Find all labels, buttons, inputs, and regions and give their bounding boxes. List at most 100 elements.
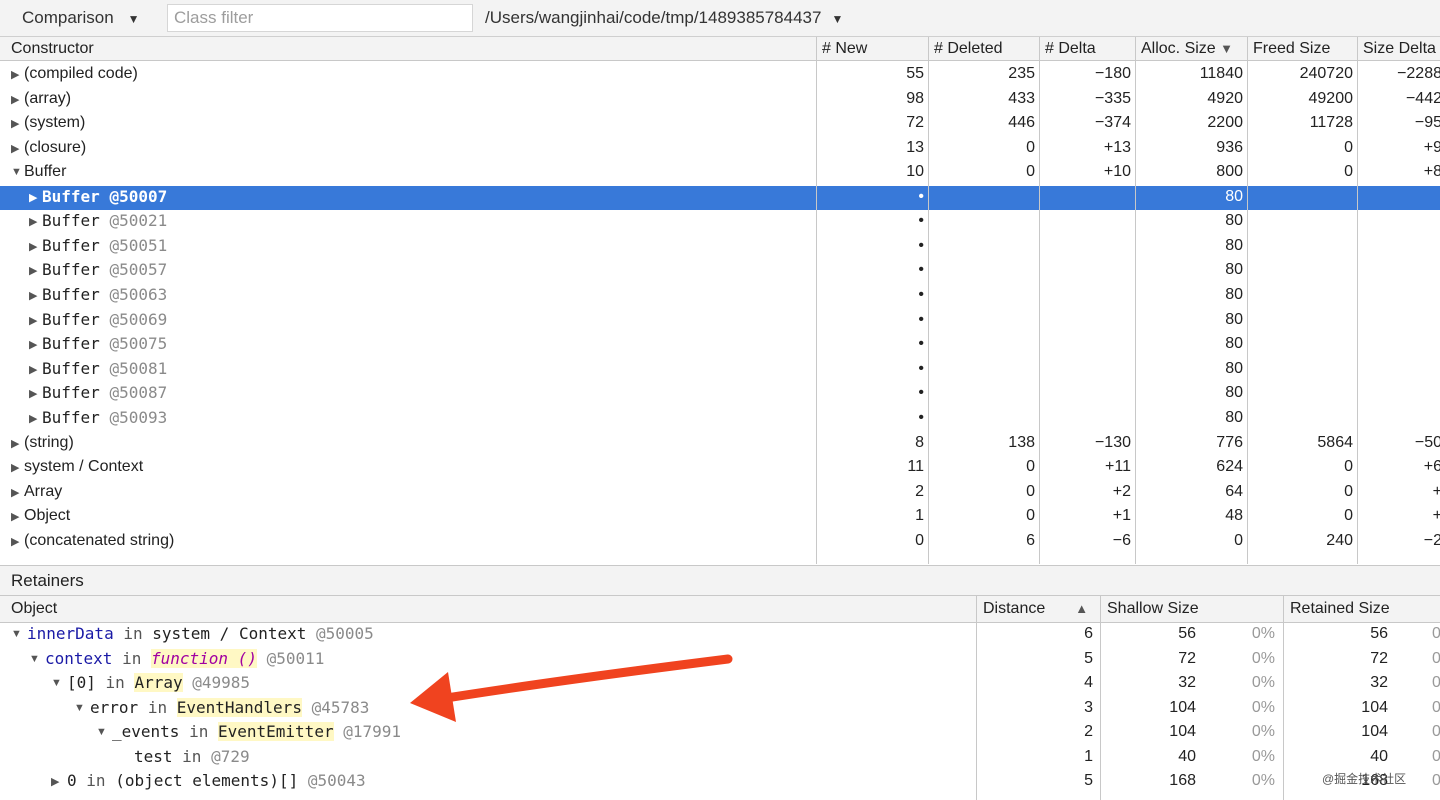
constructor-row[interactable]: ▶ (system) 72 446 −374 2200 11728 −95 bbox=[0, 112, 1440, 136]
expand-right-icon[interactable]: ▶ bbox=[11, 93, 25, 106]
object-id: @49985 bbox=[192, 673, 251, 692]
object-row[interactable]: ▶ Buffer @50093 • 80 bbox=[0, 407, 1440, 431]
object-row[interactable]: ▶ Buffer @50007 • 80 bbox=[0, 185, 1440, 210]
retainer-row[interactable]: ▼ context in function () @50011 5 72 0% 72 0 bbox=[0, 648, 1440, 672]
cell-new: 1 bbox=[915, 507, 924, 524]
column-header-new[interactable]: # New bbox=[822, 40, 867, 58]
cell-new: 55 bbox=[906, 65, 924, 82]
constructor-name: (system) bbox=[24, 114, 86, 131]
cell-new: 11 bbox=[907, 458, 924, 475]
object-row[interactable]: ▶ Buffer @50051 • 80 bbox=[0, 235, 1440, 259]
cell-shallow-size: 72 bbox=[1178, 649, 1196, 667]
expand-down-icon[interactable]: ▼ bbox=[51, 677, 65, 689]
cell-distance: 6 bbox=[1084, 625, 1093, 642]
retainer-row[interactable]: ▼ [0] in Array @49985 4 32 0% 32 0 bbox=[0, 672, 1440, 696]
expand-right-icon[interactable]: ▶ bbox=[11, 68, 25, 81]
cell-new: 98 bbox=[906, 89, 924, 107]
object-row[interactable]: ▶ Buffer @50075 • 80 bbox=[0, 333, 1440, 357]
expand-down-icon[interactable]: ▼ bbox=[74, 702, 88, 714]
constructor-row[interactable]: ▶ (closure) 13 0 +13 936 0 +9 bbox=[0, 137, 1440, 161]
expand-right-icon[interactable]: ▶ bbox=[29, 240, 43, 253]
column-header-retained-size[interactable]: Retained Size bbox=[1290, 600, 1390, 618]
expand-right-icon[interactable]: ▶ bbox=[29, 289, 43, 302]
object-row[interactable]: ▶ Buffer @50021 • 80 bbox=[0, 210, 1440, 234]
object-name: Buffer @50081 bbox=[42, 359, 167, 378]
constructor-row[interactable]: ▶ system / Context 11 0 +11 624 0 +6 bbox=[0, 456, 1440, 480]
retainer-row[interactable]: ▼ _events in EventEmitter @17991 2 104 0% 104… bbox=[0, 721, 1440, 745]
snapshot-select[interactable]: /Users/wangjinhai/code/tmp/1489385784437… bbox=[485, 8, 843, 28]
constructor-row[interactable]: ▶ Array 2 0 +2 64 0 + bbox=[0, 481, 1440, 505]
expand-right-icon[interactable]: ▶ bbox=[29, 314, 43, 327]
expand-right-icon[interactable]: ▶ bbox=[11, 486, 25, 499]
expand-right-icon[interactable]: ▶ bbox=[29, 264, 43, 277]
column-header-deleted[interactable]: # Deleted bbox=[934, 40, 1003, 58]
expand-down-icon[interactable]: ▼ bbox=[11, 628, 25, 640]
column-header-alloc-size[interactable]: Alloc. Size ▼ bbox=[1141, 40, 1233, 58]
column-header-freed-size[interactable]: Freed Size bbox=[1253, 40, 1330, 58]
expand-right-icon[interactable]: ▶ bbox=[11, 461, 25, 474]
expand-down-icon[interactable]: ▼ bbox=[29, 653, 43, 665]
expand-right-icon[interactable]: ▶ bbox=[29, 363, 43, 376]
cell-size-delta: −50 bbox=[1414, 433, 1440, 451]
column-header-shallow-size[interactable]: Shallow Size bbox=[1107, 600, 1199, 618]
expand-right-icon[interactable]: ▶ bbox=[11, 535, 25, 548]
object-row[interactable]: ▶ Buffer @50057 • 80 bbox=[0, 259, 1440, 283]
column-header-size-delta[interactable]: Size Delta bbox=[1363, 40, 1436, 58]
cell-retained-percent: 0 bbox=[1432, 625, 1440, 642]
expand-right-icon[interactable]: ▶ bbox=[11, 142, 25, 155]
column-header-distance[interactable]: Distance ▲ bbox=[983, 600, 1088, 618]
cell-size-delta: + bbox=[1432, 507, 1440, 524]
expand-right-icon[interactable]: ▶ bbox=[11, 510, 25, 523]
expand-right-icon[interactable]: ▶ bbox=[11, 117, 25, 130]
constructor-row[interactable]: ▶ (array) 98 433 −335 4920 49200 −442 bbox=[0, 88, 1440, 112]
constructor-row[interactable]: ▼ Buffer 10 0 +10 800 0 +8 bbox=[0, 161, 1440, 185]
expand-right-icon[interactable]: ▶ bbox=[29, 387, 43, 400]
object-row[interactable]: ▶ Buffer @50063 • 80 bbox=[0, 284, 1440, 308]
object-constructor: Buffer bbox=[42, 383, 100, 403]
comparison-table-header: Constructor # New # Deleted # Delta Allo… bbox=[0, 37, 1440, 61]
cell-alloc: 80 bbox=[1225, 408, 1243, 426]
column-header-constructor[interactable]: Constructor bbox=[11, 40, 94, 58]
object-row[interactable]: ▶ Buffer @50069 • 80 bbox=[0, 309, 1440, 333]
expand-right-icon[interactable]: ▶ bbox=[51, 775, 65, 788]
chevron-down-icon: ▼ bbox=[831, 12, 844, 26]
object-row[interactable]: ▶ Buffer @50087 • 80 bbox=[0, 382, 1440, 406]
constructor-row[interactable]: ▶ (string) 8 138 −130 776 5864 −50 bbox=[0, 432, 1440, 456]
cell-new: • bbox=[918, 335, 924, 353]
column-header-delta[interactable]: # Delta bbox=[1045, 40, 1096, 58]
object-id: @50087 bbox=[109, 383, 168, 403]
expand-right-icon[interactable]: ▶ bbox=[29, 215, 43, 228]
cell-retained-percent: 0 bbox=[1432, 698, 1440, 716]
column-divider bbox=[816, 37, 817, 564]
cell-retained-size: 104 bbox=[1361, 698, 1388, 716]
expand-right-icon[interactable]: ▶ bbox=[29, 412, 43, 425]
retainer-path: innerData in system / Context @50005 bbox=[27, 624, 374, 643]
expand-right-icon[interactable]: ▶ bbox=[29, 191, 43, 204]
expand-down-icon[interactable]: ▼ bbox=[11, 166, 25, 178]
class-filter-input[interactable] bbox=[167, 4, 473, 32]
retainer-path: test in @729 bbox=[134, 747, 250, 766]
view-mode-select[interactable]: Comparison ▼ bbox=[22, 8, 140, 28]
cell-distance: 4 bbox=[1084, 674, 1093, 691]
retainer-row[interactable]: ▼ error in EventHandlers @45783 3 104 0% 104 0 bbox=[0, 697, 1440, 721]
object-name: Buffer @50093 bbox=[42, 408, 167, 427]
constructor-row[interactable]: ▶ (concatenated string) 0 6 −6 0 240 −2 bbox=[0, 530, 1440, 554]
constructor-row[interactable]: ▶ (compiled code) 55 235 −180 11840 240720 −228… bbox=[0, 63, 1440, 87]
retainer-row[interactable]: ▼ innerData in system / Context @50005 6 56… bbox=[0, 623, 1440, 647]
cell-shallow-percent: 0% bbox=[1251, 723, 1275, 740]
retainer-in-keyword: in bbox=[189, 722, 209, 741]
object-id: @50021 bbox=[109, 211, 168, 231]
column-header-object[interactable]: Object bbox=[11, 600, 57, 618]
object-name: Buffer @50051 bbox=[42, 236, 167, 255]
constructor-row[interactable]: ▶ Object 1 0 +1 48 0 + bbox=[0, 505, 1440, 529]
cell-new: • bbox=[918, 285, 924, 303]
expand-right-icon[interactable]: ▶ bbox=[29, 338, 43, 351]
object-row[interactable]: ▶ Buffer @50081 • 80 bbox=[0, 358, 1440, 382]
expand-right-icon[interactable]: ▶ bbox=[11, 437, 25, 450]
retainer-owner: system / Context bbox=[152, 624, 307, 643]
retainer-row[interactable]: test in @729 1 40 0% 40 0 bbox=[0, 746, 1440, 770]
expand-down-icon[interactable]: ▼ bbox=[96, 726, 110, 738]
retainers-panel-title[interactable]: Retainers bbox=[0, 565, 1440, 596]
cell-new: • bbox=[918, 212, 924, 230]
retainer-row[interactable]: ▶ 0 in (object elements)[] @50043 5 168 0% 16… bbox=[0, 770, 1440, 794]
